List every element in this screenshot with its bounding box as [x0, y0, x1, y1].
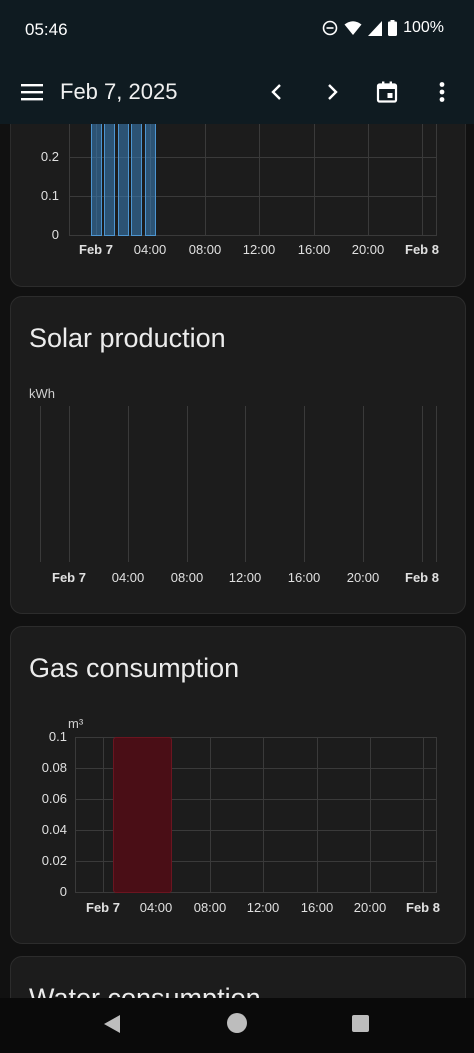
y-tick-label: 0.06: [41, 791, 67, 806]
y-tick-label: 0.08: [41, 760, 67, 775]
x-tick-label: Feb 7: [79, 242, 113, 257]
chevron-right-icon[interactable]: [318, 78, 346, 106]
chevron-left-icon[interactable]: [263, 78, 291, 106]
status-icons: 100%: [322, 19, 444, 37]
usage-bar[interactable]: [131, 124, 142, 236]
y-tick-label: 0: [51, 227, 59, 242]
x-tick-label: 20:00: [353, 900, 387, 915]
status-time: 05:46: [25, 20, 68, 39]
usage-bar[interactable]: [91, 124, 102, 236]
x-tick-label: 12:00: [242, 242, 276, 257]
x-tick-label: Feb 7: [86, 900, 120, 915]
usage-bar[interactable]: [145, 124, 156, 236]
x-tick-label: 04:00: [139, 900, 173, 915]
x-tick-label: 04:00: [111, 570, 145, 585]
signal-icon: [368, 20, 383, 36]
x-tick-label: Feb 8: [406, 900, 440, 915]
y-tick-label: 0: [59, 884, 67, 899]
y-tick-label: 0.04: [41, 822, 67, 837]
y-tick-label: 0.2: [40, 149, 59, 164]
x-tick-label: 20:00: [351, 242, 385, 257]
battery-icon: [388, 20, 398, 36]
system-nav-bar: [0, 998, 474, 1053]
x-tick-label: 08:00: [170, 570, 204, 585]
x-tick-label: Feb 7: [52, 570, 86, 585]
unit-label: m³: [68, 716, 84, 731]
electricity-usage-card: 0.2 0.1 0 Feb 7 04:00 08:00 12:00 16:00 …: [10, 124, 466, 287]
usage-bar[interactable]: [104, 124, 115, 236]
x-tick-label: 08:00: [193, 900, 227, 915]
y-tick-label: 0.1: [40, 188, 59, 203]
card-title: Gas consumption: [29, 653, 240, 683]
date-title[interactable]: Feb 7, 2025: [60, 79, 177, 105]
x-tick-label: 04:00: [133, 242, 167, 257]
gas-usage-bar[interactable]: [113, 737, 172, 893]
home-icon[interactable]: [227, 1013, 247, 1033]
do-not-disturb-icon: [322, 20, 338, 36]
x-tick-label: 16:00: [297, 242, 331, 257]
menu-icon[interactable]: [19, 80, 45, 104]
x-tick-label: Feb 8: [405, 570, 439, 585]
app-bar: Feb 7, 2025: [0, 60, 474, 124]
usage-bar[interactable]: [118, 124, 129, 236]
y-tick-label: 0.1: [48, 729, 67, 744]
gas-consumption-card: Gas consumption m³ 0.1 0.08 0.06 0.04 0.…: [10, 626, 466, 944]
energy-dashboard-scroll[interactable]: 0.2 0.1 0 Feb 7 04:00 08:00 12:00 16:00 …: [0, 124, 474, 998]
x-tick-label: Feb 8: [405, 242, 439, 257]
x-tick-label: 12:00: [228, 570, 262, 585]
x-tick-label: 20:00: [346, 570, 380, 585]
battery-percent: 100%: [403, 19, 444, 36]
unit-label: kWh: [29, 386, 55, 401]
wifi-icon: [344, 20, 362, 36]
card-title: Solar production: [29, 323, 226, 353]
card-title: Water consumption: [29, 983, 261, 998]
y-tick-label: 0.02: [41, 853, 67, 868]
more-vertical-icon[interactable]: [428, 78, 456, 106]
water-consumption-card: Water consumption: [10, 956, 466, 998]
back-icon[interactable]: [103, 1014, 121, 1039]
recents-icon[interactable]: [352, 1015, 369, 1032]
x-tick-label: 12:00: [246, 900, 280, 915]
solar-production-card: Solar production kWh Feb 7 04:00 08:00 1…: [10, 296, 466, 614]
x-tick-label: 16:00: [300, 900, 334, 915]
calendar-icon[interactable]: [373, 78, 401, 106]
x-tick-label: 08:00: [188, 242, 222, 257]
status-bar: 05:46 100%: [0, 0, 474, 60]
x-tick-label: 16:00: [287, 570, 321, 585]
